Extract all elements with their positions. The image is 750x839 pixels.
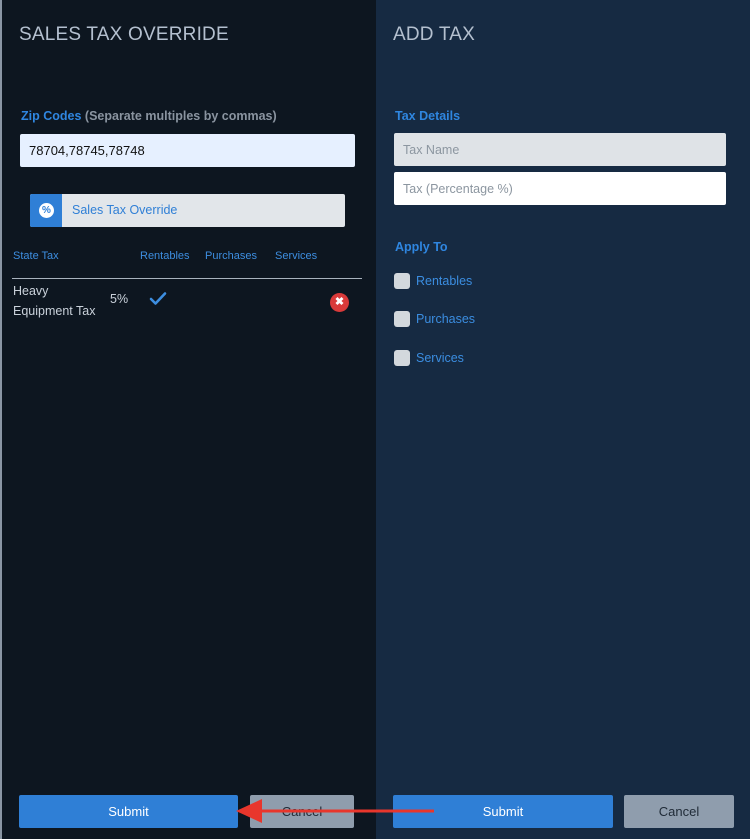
apply-to-label: Apply To — [395, 240, 448, 254]
sales-tax-override-panel: SALES TAX OVERRIDE Zip Codes (Separate m… — [0, 0, 376, 839]
sales-tax-override-title: SALES TAX OVERRIDE — [19, 24, 229, 45]
left-submit-button[interactable]: Submit — [19, 795, 238, 828]
column-header-services: Services — [275, 250, 318, 262]
sales-tax-override-toggle[interactable]: % Sales Tax Override — [30, 194, 345, 227]
add-tax-title: ADD TAX — [393, 24, 475, 45]
left-cancel-button[interactable]: Cancel — [250, 795, 354, 828]
sales-tax-override-label: Sales Tax Override — [72, 203, 178, 217]
zip-codes-input[interactable] — [20, 134, 355, 167]
purchases-checkbox[interactable] — [394, 311, 410, 327]
delete-row-button[interactable]: ✖ — [330, 293, 349, 312]
override-icon-box: % — [30, 194, 62, 227]
services-checkbox[interactable] — [394, 350, 410, 366]
right-cancel-button[interactable]: Cancel — [624, 795, 734, 828]
column-header-purchases: Purchases — [205, 250, 257, 262]
rentables-checkbox-label: Rentables — [416, 274, 473, 288]
column-header-state-tax: State Tax — [13, 250, 59, 262]
tax-name-cell: Heavy Equipment Tax — [13, 284, 96, 318]
rentables-checkmark-icon — [149, 291, 167, 311]
panel-edge-divider — [0, 0, 2, 839]
percent-icon: % — [39, 203, 54, 218]
zip-codes-hint: (Separate multiples by commas) — [84, 109, 277, 123]
add-tax-panel: ADD TAX Tax Details Apply To Rentables P… — [376, 0, 750, 839]
tax-percentage-input[interactable] — [394, 172, 726, 205]
services-checkbox-label: Services — [416, 351, 464, 365]
tax-details-label: Tax Details — [395, 109, 461, 123]
tax-name-input[interactable] — [394, 133, 726, 166]
column-header-rentables: Rentables — [140, 250, 190, 262]
purchases-checkbox-label: Purchases — [416, 312, 476, 326]
table-header-divider — [12, 278, 362, 279]
tax-rate-cell: 5% — [110, 292, 129, 306]
right-submit-button[interactable]: Submit — [393, 795, 613, 828]
zip-codes-label: Zip Codes (Separate multiples by commas) — [21, 109, 277, 123]
zip-codes-label-text: Zip Codes — [21, 109, 82, 123]
rentables-checkbox[interactable] — [394, 273, 410, 289]
